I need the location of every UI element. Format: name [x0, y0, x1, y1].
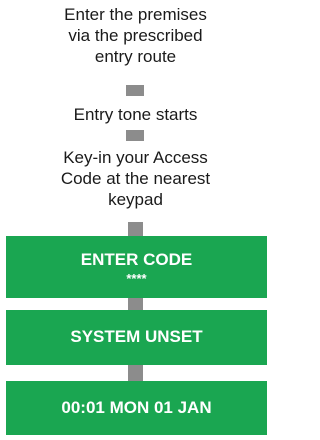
box-code-mask: **** [126, 271, 147, 286]
flow-diagram: { "colors": { "box_fill": "#1aa651", "co… [0, 0, 271, 440]
keypad-display-enter-code: ENTER CODE **** [6, 236, 267, 298]
keypad-display-time-date: 00:01 MON 01 JAN [6, 381, 267, 435]
connector [128, 365, 143, 381]
box-title: 00:01 MON 01 JAN [61, 398, 212, 417]
connector [128, 222, 143, 236]
step-entry-tone: Entry tone starts [73, 105, 198, 124]
step-key-in-code: Key-in your Access Code at the nearest k… [60, 148, 211, 209]
connector [126, 85, 144, 96]
connector [128, 298, 143, 310]
connector [126, 130, 144, 141]
step-enter-premises: Enter the premises via the prescribed en… [64, 5, 207, 66]
box-title: SYSTEM UNSET [70, 327, 203, 346]
keypad-display-system-unset: SYSTEM UNSET [6, 310, 267, 365]
box-title: ENTER CODE [80, 250, 193, 269]
